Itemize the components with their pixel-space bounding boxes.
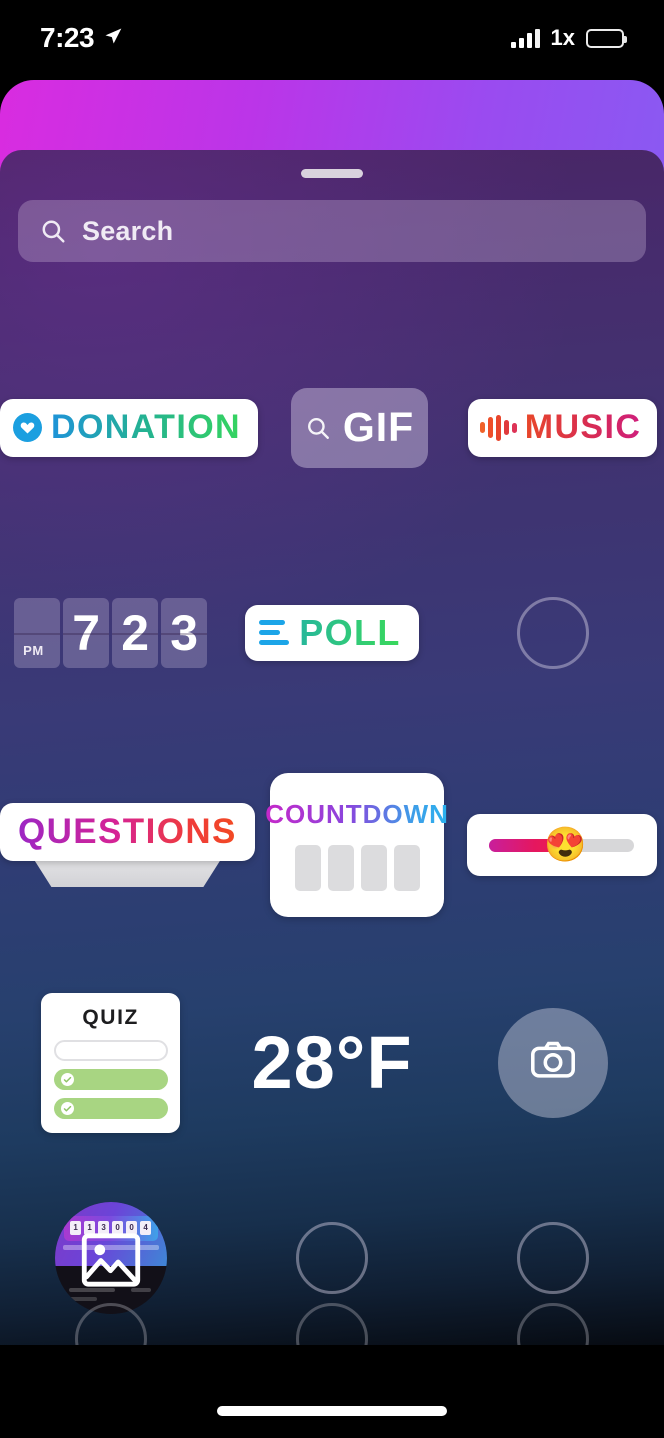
cell-temperature: 28°F [221, 1025, 442, 1100]
camera-icon [528, 1035, 578, 1090]
time-tile-meridiem: PM [14, 597, 61, 668]
sticker-row-2: PM 7 2 3 POLL [0, 530, 664, 735]
sticker-row-6-cutoff [0, 1303, 664, 1345]
cell-placeholder-5 [221, 1303, 442, 1345]
sticker-time[interactable]: PM 7 2 3 [14, 597, 208, 668]
heart-badge-icon [13, 413, 42, 442]
quiz-option-correct [53, 1069, 168, 1091]
cell-questions: QUESTIONS [0, 803, 255, 887]
sticker-gif[interactable]: GIF [291, 387, 428, 468]
slider-emoji-thumb[interactable]: 😍 [544, 828, 586, 862]
thumb-text-line [68, 1287, 115, 1292]
zoom-level-label: 1x [550, 25, 575, 50]
sticker-poll-label: POLL [299, 611, 401, 653]
sticker-questions-label: QUESTIONS [18, 812, 237, 851]
thumb-text-line [130, 1287, 151, 1292]
sticker-tray-sheet: Search DONATION GIF MUSIC PM 7 2 3 POLL … [0, 150, 664, 1345]
cellular-signal-icon [510, 28, 540, 48]
sticker-music[interactable]: MUSIC [467, 398, 658, 457]
status-bar-left: 7:23 [40, 22, 123, 54]
cell-placeholder-3 [443, 1221, 664, 1294]
cell-camera [443, 1007, 664, 1118]
poll-bars-icon [259, 620, 290, 645]
time-digit: 7 [72, 604, 101, 661]
sticker-camera[interactable] [498, 1007, 609, 1118]
sticker-donation[interactable]: DONATION [0, 398, 258, 457]
sticker-row-3: QUESTIONS COUNTDOWN 😍 [0, 735, 664, 955]
quiz-option-correct [53, 1098, 168, 1120]
sticker-grid: DONATION GIF MUSIC PM 7 2 3 POLL QUESTIO… [0, 325, 664, 1345]
time-digit: 2 [121, 604, 150, 661]
time-digit: 3 [170, 604, 199, 661]
cell-quiz: QUIZ [0, 992, 221, 1133]
sticker-questions[interactable]: QUESTIONS [0, 803, 255, 887]
cell-countdown: COUNTDOWN [255, 773, 460, 917]
photo-image-icon [80, 1232, 142, 1288]
music-waveform-icon [479, 414, 517, 441]
cell-placeholder-4 [0, 1303, 221, 1345]
sticker-music-label: MUSIC [524, 408, 642, 446]
search-placeholder: Search [82, 215, 174, 246]
status-time: 7:23 [40, 22, 95, 53]
check-icon [60, 1102, 74, 1116]
time-meridiem-label: PM [23, 642, 44, 658]
cell-emoji-slider: 😍 [459, 814, 664, 876]
sticker-donation-label: DONATION [51, 408, 241, 446]
cell-photo-thumb: 1 1 3 0 0 4 [0, 1201, 221, 1314]
sticker-temperature[interactable]: 28°F [251, 1025, 412, 1100]
status-bar-right: 1x [510, 25, 627, 51]
sticker-placeholder-circle [517, 1303, 590, 1345]
time-tile-hour: 7 [63, 597, 110, 668]
check-icon [60, 1073, 74, 1087]
sticker-photo-thumb[interactable]: 1 1 3 0 0 4 [54, 1201, 167, 1314]
thumb-text-line [68, 1296, 97, 1301]
phone-screen: 7:23 1x Search DONATION GIF MUSIC PM 7 2… [0, 0, 664, 1438]
time-tile-min-ones: 3 [161, 597, 208, 668]
questions-card: QUESTIONS [0, 803, 255, 861]
cell-time: PM 7 2 3 [0, 597, 221, 668]
sticker-quiz-label: QUIZ [82, 1005, 139, 1029]
sticker-gif-label: GIF [342, 404, 415, 450]
status-bar: 7:23 1x [0, 0, 664, 76]
questions-tray-base [32, 857, 223, 887]
sticker-quiz[interactable]: QUIZ [41, 992, 181, 1133]
cell-placeholder-2 [221, 1221, 442, 1294]
battery-low-icon [586, 28, 627, 48]
sticker-placeholder-circle [517, 1221, 590, 1294]
sticker-row-4: QUIZ 28°F [0, 955, 664, 1170]
sticker-poll[interactable]: POLL [245, 604, 419, 661]
sticker-placeholder-circle [295, 1221, 368, 1294]
quiz-option-blank [53, 1039, 168, 1062]
location-arrow-icon [103, 26, 123, 51]
thumb-countdown-digit: 4 [140, 1221, 152, 1235]
sticker-placeholder-circle [295, 1303, 368, 1345]
search-icon [305, 415, 331, 441]
home-indicator[interactable] [217, 1406, 447, 1416]
countdown-blocks [294, 845, 420, 891]
search-icon [40, 218, 66, 244]
cell-gif: GIF [258, 387, 461, 468]
sticker-countdown[interactable]: COUNTDOWN [265, 773, 448, 917]
sticker-row-1: DONATION GIF MUSIC [0, 325, 664, 530]
sticker-emoji-slider[interactable]: 😍 [466, 814, 657, 876]
sticker-placeholder-circle [74, 1303, 147, 1345]
sticker-countdown-label: COUNTDOWN [265, 799, 449, 829]
cell-placeholder-1 [443, 596, 664, 669]
search-input[interactable]: Search [18, 200, 646, 262]
cell-donation: DONATION [0, 398, 258, 457]
cell-placeholder-6 [443, 1303, 664, 1345]
cell-music: MUSIC [461, 398, 664, 457]
time-tile-min-tens: 2 [112, 597, 159, 668]
cell-poll: POLL [221, 604, 442, 661]
drag-handle[interactable] [301, 169, 363, 178]
sticker-placeholder-circle [517, 596, 590, 669]
